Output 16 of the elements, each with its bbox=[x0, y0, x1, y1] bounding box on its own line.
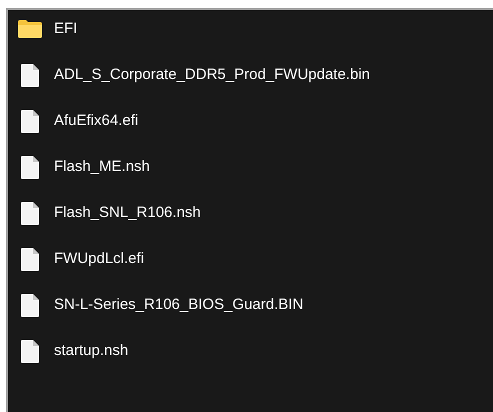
file-icon bbox=[21, 202, 39, 224]
file-name[interactable]: AfuEfix64.efi bbox=[54, 110, 138, 132]
file-name[interactable]: EFI bbox=[54, 18, 78, 40]
file-name[interactable]: FWUpdLcl.efi bbox=[54, 248, 144, 270]
file-name[interactable]: startup.nsh bbox=[54, 340, 128, 362]
folder-icon bbox=[18, 20, 42, 38]
file-icon bbox=[21, 294, 39, 316]
file-icon bbox=[21, 156, 39, 178]
file-name[interactable]: ADL_S_Corporate_DDR5_Prod_FWUpdate.bin bbox=[54, 64, 370, 86]
file-icon bbox=[21, 248, 39, 270]
file-name[interactable]: SN-L-Series_R106_BIOS_Guard.BIN bbox=[54, 294, 304, 316]
file-icon bbox=[21, 110, 39, 132]
file-icon bbox=[21, 340, 39, 362]
file-icon bbox=[21, 64, 39, 86]
file-name[interactable]: Flash_SNL_R106.nsh bbox=[54, 202, 201, 224]
file-name[interactable]: Flash_ME.nsh bbox=[54, 156, 150, 178]
